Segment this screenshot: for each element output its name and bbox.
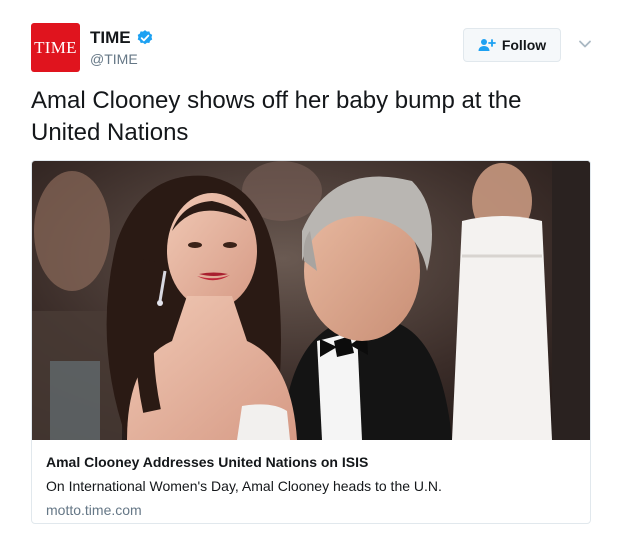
follow-button[interactable]: Follow	[463, 28, 561, 62]
account-name-row[interactable]: TIME	[90, 28, 154, 48]
avatar[interactable]: TIME	[31, 23, 80, 72]
card-description: On International Women's Day, Amal Cloon…	[46, 478, 442, 494]
add-user-icon	[478, 39, 496, 51]
tweet-text: Amal Clooney shows off her baby bump at …	[31, 87, 522, 146]
card-title[interactable]: Amal Clooney Addresses United Nations on…	[46, 452, 576, 472]
follow-button-label: Follow	[501, 37, 547, 53]
display-name[interactable]: TIME	[90, 28, 131, 48]
card-body[interactable]: Amal Clooney Addresses United Nations on…	[46, 452, 576, 520]
account-handle[interactable]: @TIME	[90, 51, 138, 67]
verified-badge-icon	[137, 30, 152, 45]
chevron-down-icon[interactable]	[577, 38, 593, 50]
card-photo-image	[32, 161, 590, 440]
card-domain[interactable]: motto.time.com	[46, 500, 576, 520]
link-card[interactable]: Amal Clooney Addresses United Nations on…	[31, 160, 591, 524]
avatar-logo-text: TIME	[34, 37, 77, 57]
